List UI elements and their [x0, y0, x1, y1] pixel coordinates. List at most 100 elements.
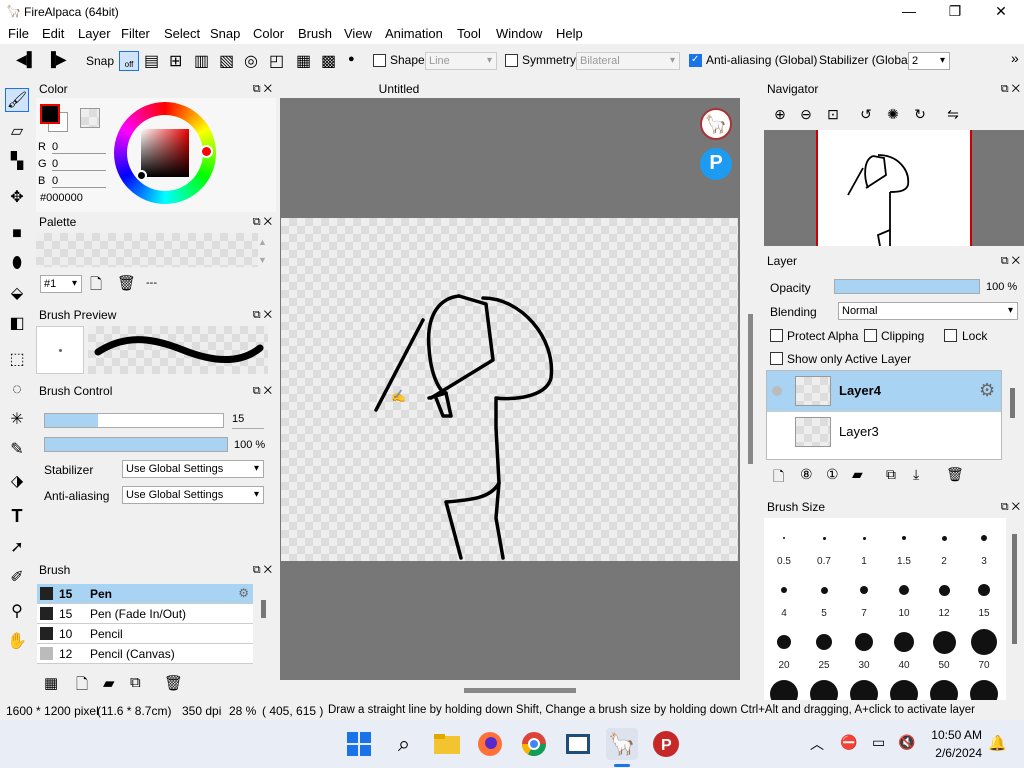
layer-item-layer4[interactable]: Layer4 ⚙ [767, 371, 1001, 411]
maximize-button[interactable]: ❐ [932, 0, 978, 24]
hue-cursor[interactable] [200, 145, 213, 158]
menu-layer[interactable]: Layer [78, 26, 111, 41]
snap-grid-icon[interactable]: ▩ [321, 51, 336, 71]
primary-color-swatch[interactable] [40, 104, 60, 124]
brush-size-dot[interactable] [938, 584, 950, 596]
saturation-square[interactable] [141, 129, 189, 177]
brush-size-dot[interactable] [941, 535, 947, 541]
select-eraser-tool-icon[interactable]: ⬗ [5, 470, 29, 494]
menu-view[interactable]: View [344, 26, 372, 41]
delete-layer-icon[interactable]: 🗑 [946, 466, 964, 483]
operation-tool-icon[interactable]: ➚ [5, 536, 29, 560]
canvas-tab[interactable]: Untitled [280, 80, 518, 98]
menu-filter[interactable]: Filter [121, 26, 150, 41]
brush-size-dot[interactable] [820, 586, 828, 594]
shape-select[interactable]: Line [425, 52, 497, 70]
menu-color[interactable]: Color [253, 26, 284, 41]
palette-panel-controls[interactable]: ⧉ ✕ [253, 213, 272, 231]
palette-scroll-up-icon[interactable]: ▲ [258, 237, 267, 247]
layer-panel-controls[interactable]: ⧉ ✕ [1001, 252, 1020, 270]
toolbar-overflow-icon[interactable]: » [1011, 50, 1019, 66]
brush-size-dot[interactable] [816, 634, 832, 650]
snap-curve-icon[interactable]: ◰ [269, 51, 284, 71]
lock-checkbox[interactable] [944, 329, 957, 342]
new-1bit-layer-icon[interactable]: ① [826, 466, 839, 483]
alpaca-avatar-icon[interactable]: 🦙 [700, 108, 732, 140]
brush-size-dot[interactable] [902, 536, 906, 540]
brush-size-dot[interactable] [860, 586, 868, 594]
clipping-checkbox[interactable] [864, 329, 877, 342]
brush-delete-icon[interactable]: 🗑 [164, 674, 183, 692]
brush-size-dot[interactable] [930, 680, 958, 700]
layer-item-layer3[interactable]: Layer3 [767, 411, 1001, 451]
brush-item-pencil[interactable]: 10 Pencil [37, 624, 253, 644]
snap-dot-icon[interactable]: ● [348, 53, 355, 65]
brush-tool-icon[interactable]: 🖌 [5, 88, 29, 112]
brush-save-icon[interactable]: ▦ [44, 674, 58, 692]
rotate-left-icon[interactable]: ↺ [857, 106, 875, 124]
snap-vanishing-icon[interactable]: ▥ [194, 51, 209, 71]
select-tool-icon[interactable]: ⬚ [5, 348, 29, 372]
tray-volume-mute-icon[interactable]: 🔇 [898, 734, 915, 751]
blue-value[interactable]: 0 [52, 175, 106, 188]
duplicate-layer-icon[interactable]: ⧉ [886, 466, 896, 483]
rotate-reset-icon[interactable]: ✺ [884, 106, 902, 124]
tray-display-icon[interactable]: ▭ [872, 734, 885, 751]
menu-window[interactable]: Window [496, 26, 542, 41]
whiteboard-app-icon[interactable] [562, 728, 594, 760]
flip-horizontal-icon[interactable]: ⇋ [944, 106, 962, 124]
menu-tool[interactable]: Tool [457, 26, 481, 41]
brush-antialias-select[interactable]: Use Global Settings [122, 486, 264, 504]
brush-size-dot[interactable] [978, 584, 990, 596]
transparent-swatch[interactable] [80, 108, 100, 128]
hue-ring[interactable] [114, 102, 216, 204]
close-button[interactable]: ✕ [978, 0, 1024, 24]
shape-checkbox[interactable] [373, 54, 386, 67]
visibility-eye-icon[interactable] [772, 386, 782, 396]
brush-folder-icon[interactable]: ▰ [103, 674, 115, 692]
blending-select[interactable]: Normal [838, 302, 1018, 320]
layer-settings-gear-icon[interactable]: ⚙ [979, 380, 995, 401]
green-value[interactable]: 0 [52, 158, 106, 171]
brush-control-controls[interactable]: ⧉ ✕ [253, 382, 272, 400]
stabilizer-select[interactable]: 2 [908, 52, 950, 70]
fill-rect-tool-icon[interactable]: ■ [5, 222, 29, 246]
gradient-tool-icon[interactable]: ◧ [5, 312, 29, 336]
snap-crisscross-icon[interactable]: ⊞ [169, 51, 182, 71]
minimize-button[interactable]: — [886, 0, 932, 24]
clock-date[interactable]: 2/6/2024 [928, 746, 982, 760]
zoom-fit-icon[interactable]: ⊡ [824, 106, 842, 124]
brush-size-dot[interactable] [981, 535, 987, 541]
drawing-canvas[interactable]: ✍ [281, 218, 738, 561]
new-palette-icon[interactable]: 🗋 [90, 274, 102, 299]
rotate-right-icon[interactable]: ↻ [911, 106, 929, 124]
hex-value[interactable]: #000000 [40, 192, 83, 204]
magic-wand-tool-icon[interactable]: ✳ [5, 408, 29, 432]
color-panel-controls[interactable]: ⧉ ✕ [253, 80, 272, 98]
brush-size-dot[interactable] [862, 536, 866, 540]
canvas-horizontal-scrollbar[interactable] [464, 688, 576, 693]
menu-file[interactable]: File [8, 26, 29, 41]
file-explorer-icon[interactable] [431, 728, 463, 760]
brush-size-controls[interactable]: ⧉ ✕ [1001, 498, 1020, 516]
bucket-tool-icon[interactable]: ⬙ [5, 282, 29, 306]
protect-alpha-checkbox[interactable] [770, 329, 783, 342]
menu-animation[interactable]: Animation [385, 26, 443, 41]
brush-opacity-slider[interactable] [44, 437, 228, 452]
new-8bit-layer-icon[interactable]: ⑧ [800, 466, 813, 483]
palette-scroll-down-icon[interactable]: ▼ [258, 255, 267, 265]
next-icon[interactable]: ▐▶ [46, 51, 67, 68]
menu-select[interactable]: Select [164, 26, 200, 41]
brush-item-pen-fade[interactable]: 15 Pen (Fade In/Out) [37, 604, 253, 624]
zoom-out-icon[interactable]: ⊖ [797, 106, 815, 124]
clock-time[interactable]: 10:50 AM [928, 728, 982, 742]
layer-opacity-slider[interactable] [834, 279, 980, 294]
menu-help[interactable]: Help [556, 26, 583, 41]
symmetry-checkbox[interactable] [505, 54, 518, 67]
snap-parallel-icon[interactable]: ▤ [144, 51, 159, 71]
menu-brush[interactable]: Brush [298, 26, 332, 41]
navigator-controls[interactable]: ⧉ ✕ [1001, 80, 1020, 98]
brush-panel-controls[interactable]: ⧉ ✕ [253, 561, 272, 579]
snap-radial-icon[interactable]: ▧ [219, 51, 234, 71]
zoom-in-icon[interactable]: ⊕ [771, 106, 789, 124]
